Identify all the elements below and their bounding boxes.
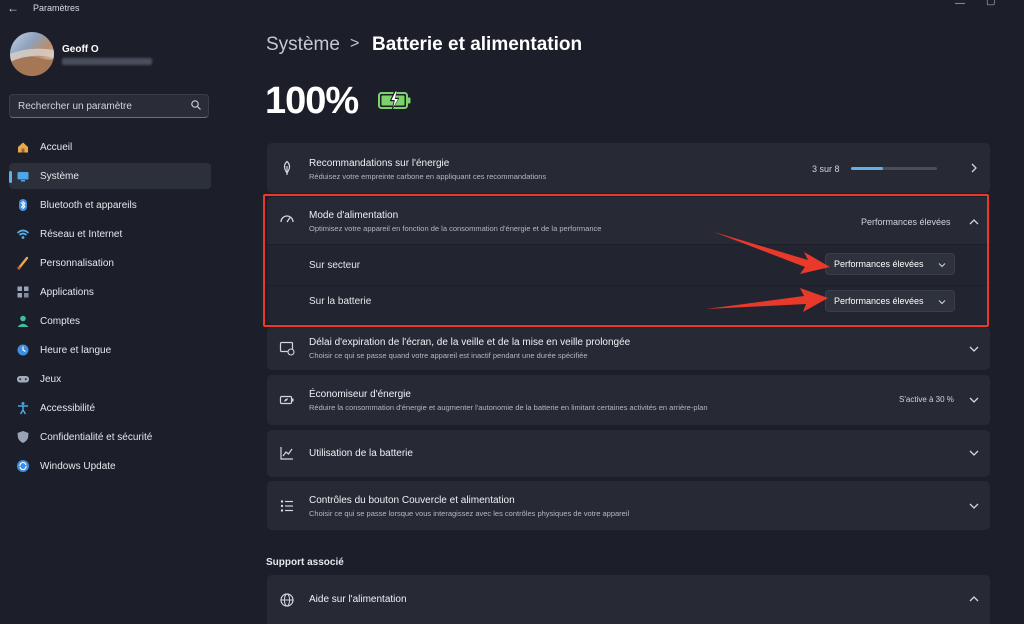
- card-energy-recommendations[interactable]: Recommandations sur l'énergie Réduisez v…: [267, 143, 990, 193]
- card-subtitle: Réduisez votre empreinte carbone en appl…: [309, 172, 547, 181]
- progress-fill: [851, 167, 884, 170]
- search-input[interactable]: Rechercher un paramètre: [9, 94, 209, 118]
- sidebar-item-label: Accessibilité: [40, 403, 96, 414]
- progress-bar: [851, 167, 937, 170]
- title-bar: ← Paramètres — ▢: [0, 0, 1024, 18]
- back-arrow-icon[interactable]: ←: [7, 1, 19, 15]
- section-heading-support: Support associé: [266, 557, 344, 568]
- sidebar-item-label: Comptes: [40, 316, 81, 327]
- card-title: Aide sur l'alimentation: [309, 594, 407, 605]
- annotation-highlight-box: [263, 194, 989, 327]
- sidebar-item-jeux[interactable]: Jeux: [9, 366, 211, 392]
- battery-charging-icon: [378, 89, 411, 111]
- sidebar-item-accueil[interactable]: Accueil: [9, 134, 211, 160]
- card-subtitle: Choisir ce qui se passe lorsque vous int…: [309, 509, 630, 518]
- sidebar-item-personnalisation[interactable]: Personnalisation: [9, 250, 211, 276]
- user-email-blurred: [62, 58, 152, 65]
- sidebar-item-label: Windows Update: [40, 461, 116, 472]
- maximize-icon[interactable]: ▢: [986, 0, 995, 7]
- card-title: Recommandations sur l'énergie: [309, 158, 450, 169]
- card-screen-timeout[interactable]: Délai d'expiration de l'écran, de la vei…: [267, 327, 990, 370]
- user-name: Geoff O: [62, 44, 99, 55]
- apps-icon: [17, 286, 29, 298]
- leaf-icon: [283, 160, 291, 175]
- card-energy-saver[interactable]: Économiseur d'énergie Réduire la consomm…: [267, 375, 990, 425]
- sidebar-item-confidentialite[interactable]: Confidentialité et sécurité: [9, 424, 211, 450]
- sidebar-item-label: Heure et langue: [40, 345, 112, 356]
- accessibility-icon: [18, 402, 28, 415]
- brush-icon: [17, 256, 29, 270]
- network-icon: [16, 229, 30, 239]
- minimize-icon[interactable]: —: [955, 0, 965, 9]
- sidebar-item-label: Bluetooth et appareils: [40, 200, 137, 211]
- sidebar-item-label: Applications: [40, 287, 94, 298]
- sidebar-item-applications[interactable]: Applications: [9, 279, 211, 305]
- sidebar-item-label: Confidentialité et sécurité: [40, 432, 153, 443]
- breadcrumb-separator: >: [350, 35, 360, 52]
- account-icon: [17, 315, 29, 327]
- card-title: Économiseur d'énergie: [309, 389, 411, 400]
- sidebar-item-label: Système: [40, 171, 79, 182]
- active-indicator: [9, 171, 12, 183]
- battery-leaf-icon: [279, 395, 294, 405]
- card-title: Délai d'expiration de l'écran, de la vei…: [309, 337, 631, 348]
- card-battery-usage[interactable]: Utilisation de la batterie: [267, 430, 990, 477]
- card-subtitle: Réduire la consommation d'énergie et aug…: [309, 403, 708, 412]
- chevron-down-icon: [969, 503, 979, 509]
- progress-text: 3 sur 8: [812, 164, 840, 174]
- chevron-right-icon: [971, 163, 977, 173]
- chevron-down-icon: [969, 346, 979, 352]
- screen-timer-icon: [279, 341, 295, 356]
- gamepad-icon: [17, 376, 29, 383]
- card-lid-controls[interactable]: Contrôles du bouton Couvercle et aliment…: [267, 481, 990, 530]
- chart-line-icon: [280, 447, 293, 460]
- update-icon: [17, 460, 29, 472]
- search-icon: [191, 100, 201, 110]
- sidebar-item-label: Personnalisation: [40, 258, 114, 269]
- list-icon: [280, 500, 293, 512]
- sidebar-item-windows-update[interactable]: Windows Update: [9, 453, 211, 479]
- sidebar-item-systeme[interactable]: Système: [9, 163, 211, 189]
- window-title: Paramètres: [33, 3, 80, 13]
- chevron-down-icon: [969, 397, 979, 403]
- sidebar-item-reseau[interactable]: Réseau et Internet: [9, 221, 211, 247]
- bluetooth-icon: [19, 199, 27, 211]
- sidebar-item-label: Accueil: [40, 142, 73, 153]
- search-placeholder: Rechercher un paramètre: [18, 101, 132, 112]
- battery-percentage: 100%: [265, 80, 359, 122]
- card-power-help[interactable]: Aide sur l'alimentation: [267, 575, 990, 624]
- avatar: [10, 32, 54, 76]
- card-subtitle: Choisir ce qui se passe quand votre appa…: [309, 351, 588, 360]
- sidebar-item-label: Réseau et Internet: [40, 229, 123, 240]
- globe-clock-icon: [17, 344, 29, 356]
- sidebar-item-bluetooth[interactable]: Bluetooth et appareils: [9, 192, 211, 218]
- shield-icon: [17, 431, 29, 443]
- energy-saver-value: S'active à 30 %: [899, 395, 954, 404]
- chevron-down-icon: [969, 450, 979, 456]
- sidebar-item-label: Jeux: [40, 374, 62, 385]
- sidebar-item-comptes[interactable]: Comptes: [9, 308, 211, 334]
- annotation-arrows: [706, 232, 830, 312]
- system-icon: [17, 172, 29, 182]
- annotation-arrow-icon: [714, 232, 830, 274]
- page-title: Batterie et alimentation: [372, 34, 583, 55]
- chevron-up-icon: [969, 596, 979, 602]
- card-title: Contrôles du bouton Couvercle et aliment…: [309, 495, 515, 506]
- breadcrumb-parent[interactable]: Système: [266, 34, 340, 56]
- home-icon: [18, 142, 28, 153]
- sidebar-item-accessibilite[interactable]: Accessibilité: [9, 395, 211, 421]
- globe-icon: [280, 593, 294, 607]
- annotation-arrow-icon: [706, 288, 828, 312]
- sidebar-item-heure-langue[interactable]: Heure et langue: [9, 337, 211, 363]
- card-title: Utilisation de la batterie: [309, 448, 413, 459]
